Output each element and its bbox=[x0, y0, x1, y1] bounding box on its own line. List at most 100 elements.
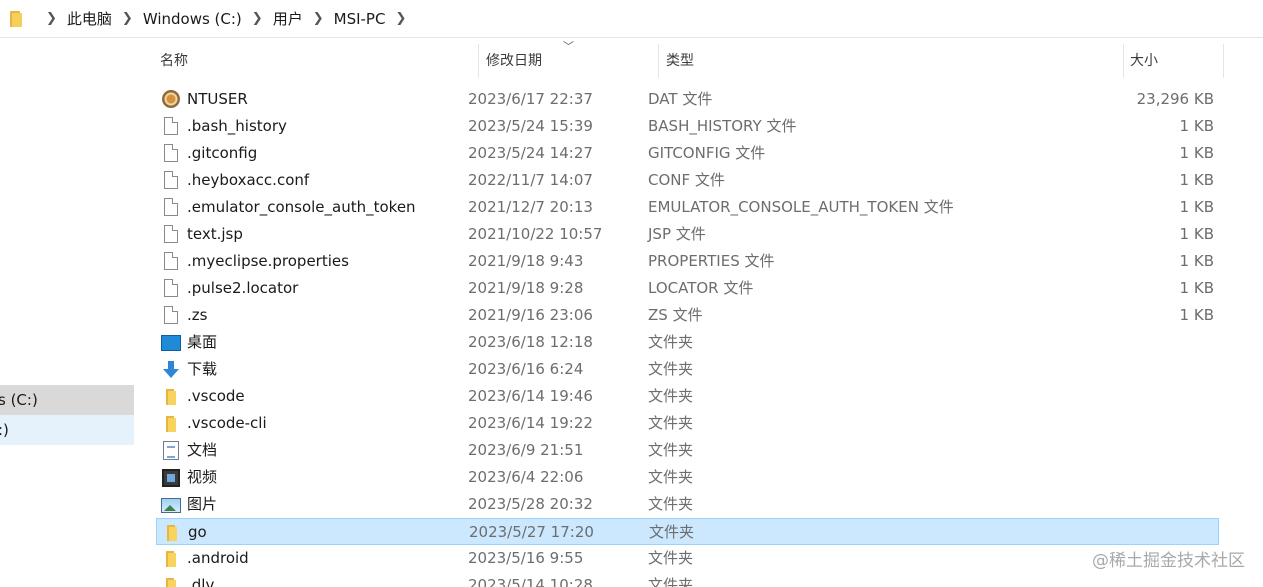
file-name: .vscode bbox=[187, 387, 245, 405]
file-date: 2023/5/27 17:20 bbox=[469, 523, 594, 541]
file-date: 2023/6/9 21:51 bbox=[468, 441, 584, 459]
file-date: 2023/6/17 22:37 bbox=[468, 90, 593, 108]
breadcrumb-windows-c[interactable]: Windows (C:) bbox=[143, 10, 242, 28]
column-headers: 名称 ﹀ 修改日期 类型 大小 bbox=[138, 40, 1263, 78]
download-icon bbox=[162, 361, 180, 379]
file-type: DAT 文件 bbox=[648, 90, 713, 108]
file-row[interactable]: .gitconfig 2023/5/24 14:27 GITCONFIG 文件 1 K… bbox=[156, 140, 1219, 167]
file-date: 2023/6/18 12:18 bbox=[468, 333, 593, 351]
file-icon bbox=[164, 279, 178, 297]
breadcrumb-this-pc[interactable]: 此电脑 bbox=[67, 8, 112, 29]
file-name: .heyboxacc.conf bbox=[187, 171, 310, 189]
file-name: .dlv bbox=[187, 576, 215, 587]
file-size: 1 KB bbox=[1179, 171, 1214, 189]
file-type: EMULATOR_CONSOLE_AUTH_TOKEN 文件 bbox=[648, 198, 954, 216]
file-row[interactable]: .vscode 2023/6/14 19:46 文件夹 bbox=[156, 383, 1219, 410]
file-name: .pulse2.locator bbox=[187, 279, 299, 297]
file-row[interactable]: 视频 2023/6/4 22:06 文件夹 bbox=[156, 464, 1219, 491]
column-header-size[interactable]: 大小 bbox=[1130, 44, 1158, 78]
file-date: 2023/6/14 19:22 bbox=[468, 414, 593, 432]
file-type: ZS 文件 bbox=[648, 306, 703, 324]
column-header-name[interactable]: 名称 bbox=[160, 44, 188, 78]
video-icon bbox=[162, 469, 180, 487]
file-name: .gitconfig bbox=[187, 144, 258, 162]
desktop-icon bbox=[161, 335, 181, 351]
file-row[interactable]: go 2023/5/27 17:20 文件夹 bbox=[156, 518, 1219, 545]
file-type: 文件夹 bbox=[648, 441, 694, 459]
file-row[interactable]: .dlv 2023/5/14 10:28 文件夹 bbox=[156, 572, 1219, 587]
file-date: 2021/12/7 20:13 bbox=[468, 198, 593, 216]
file-name: .android bbox=[187, 549, 249, 567]
file-row[interactable]: 文档 2023/6/9 21:51 文件夹 bbox=[156, 437, 1219, 464]
file-icon bbox=[164, 306, 178, 324]
chevron-right-icon[interactable]: ❯ bbox=[313, 11, 324, 26]
column-divider[interactable] bbox=[1223, 44, 1224, 78]
file-name: .bash_history bbox=[187, 117, 287, 135]
nav-item-drive[interactable]: :) bbox=[0, 415, 134, 445]
file-date: 2021/9/16 23:06 bbox=[468, 306, 593, 324]
file-icon bbox=[164, 144, 178, 162]
file-row[interactable]: text.jsp 2021/10/22 10:57 JSP 文件 1 KB bbox=[156, 221, 1219, 248]
file-row[interactable]: .bash_history 2023/5/24 15:39 BASH_HISTORY… bbox=[156, 113, 1219, 140]
folder-icon bbox=[163, 525, 181, 541]
file-type: LOCATOR 文件 bbox=[648, 279, 754, 297]
chevron-right-icon[interactable]: ❯ bbox=[122, 11, 133, 26]
column-divider[interactable] bbox=[478, 44, 479, 78]
folder-icon bbox=[10, 10, 24, 27]
nav-item-windows-c[interactable]: s (C:) bbox=[0, 385, 134, 415]
pictures-icon bbox=[161, 498, 181, 513]
documents-icon bbox=[163, 441, 179, 460]
breadcrumb-msi-pc[interactable]: MSI-PC bbox=[334, 10, 386, 28]
file-name: .myeclipse.properties bbox=[187, 252, 349, 270]
file-size: 1 KB bbox=[1179, 279, 1214, 297]
file-row[interactable]: 下载 2023/6/16 6:24 文件夹 bbox=[156, 356, 1219, 383]
file-date: 2021/9/18 9:43 bbox=[468, 252, 584, 270]
file-row[interactable]: .heyboxacc.conf 2022/11/7 14:07 CONF 文件 1 K… bbox=[156, 167, 1219, 194]
chevron-right-icon[interactable]: ❯ bbox=[46, 11, 57, 26]
address-bar[interactable]: ❯ 此电脑 ❯ Windows (C:) ❯ 用户 ❯ MSI-PC ❯ bbox=[0, 0, 1263, 38]
file-size: 1 KB bbox=[1179, 144, 1214, 162]
file-row[interactable]: 图片 2023/5/28 20:32 文件夹 bbox=[156, 491, 1219, 518]
file-type: PROPERTIES 文件 bbox=[648, 252, 775, 270]
file-name: .vscode-cli bbox=[187, 414, 267, 432]
file-row[interactable]: .myeclipse.properties 2021/9/18 9:43 PROPE… bbox=[156, 248, 1219, 275]
chevron-right-icon[interactable]: ❯ bbox=[395, 11, 406, 26]
file-icon bbox=[164, 117, 178, 135]
chevron-right-icon[interactable]: ❯ bbox=[252, 11, 263, 26]
file-name: 图片 bbox=[187, 495, 218, 513]
file-type: 文件夹 bbox=[648, 549, 694, 567]
file-type: 文件夹 bbox=[648, 576, 694, 587]
watermark: @稀土掘金技术社区 bbox=[1092, 551, 1245, 571]
file-name: .emulator_console_auth_token bbox=[187, 198, 416, 216]
file-size: 1 KB bbox=[1179, 225, 1214, 243]
file-icon bbox=[164, 198, 178, 216]
navigation-pane: s (C:) :) bbox=[0, 39, 134, 587]
file-type: 文件夹 bbox=[648, 360, 694, 378]
file-name: 下载 bbox=[187, 360, 218, 378]
file-name: 视频 bbox=[187, 468, 218, 486]
file-name: go bbox=[188, 523, 207, 541]
file-type: 文件夹 bbox=[648, 495, 694, 513]
file-row[interactable]: .pulse2.locator 2021/9/18 9:28 LOCATOR 文件 1… bbox=[156, 275, 1219, 302]
file-row[interactable]: .emulator_console_auth_token 2021/12/7 20… bbox=[156, 194, 1219, 221]
column-header-date[interactable]: 修改日期 bbox=[486, 44, 542, 78]
column-divider[interactable] bbox=[658, 44, 659, 78]
file-row[interactable]: 桌面 2023/6/18 12:18 文件夹 bbox=[156, 329, 1219, 356]
file-size: 23,296 KB bbox=[1136, 90, 1214, 108]
breadcrumb-users[interactable]: 用户 bbox=[273, 8, 303, 29]
file-row[interactable]: .vscode-cli 2023/6/14 19:22 文件夹 bbox=[156, 410, 1219, 437]
file-name: text.jsp bbox=[187, 225, 243, 243]
column-header-type[interactable]: 类型 bbox=[666, 44, 694, 78]
file-icon bbox=[164, 225, 178, 243]
column-divider[interactable] bbox=[1123, 44, 1124, 78]
file-date: 2022/11/7 14:07 bbox=[468, 171, 593, 189]
file-type: GITCONFIG 文件 bbox=[648, 144, 766, 162]
file-name: NTUSER bbox=[187, 90, 248, 108]
file-row[interactable]: .zs 2021/9/16 23:06 ZS 文件 1 KB bbox=[156, 302, 1219, 329]
file-row[interactable]: NTUSER 2023/6/17 22:37 DAT 文件 23,296 KB bbox=[156, 86, 1219, 113]
file-row[interactable]: .android 2023/5/16 9:55 文件夹 bbox=[156, 545, 1219, 572]
file-date: 2023/6/16 6:24 bbox=[468, 360, 584, 378]
file-date: 2023/5/24 15:39 bbox=[468, 117, 593, 135]
nav-item-label: s (C:) bbox=[0, 391, 38, 409]
folder-icon bbox=[162, 578, 180, 587]
